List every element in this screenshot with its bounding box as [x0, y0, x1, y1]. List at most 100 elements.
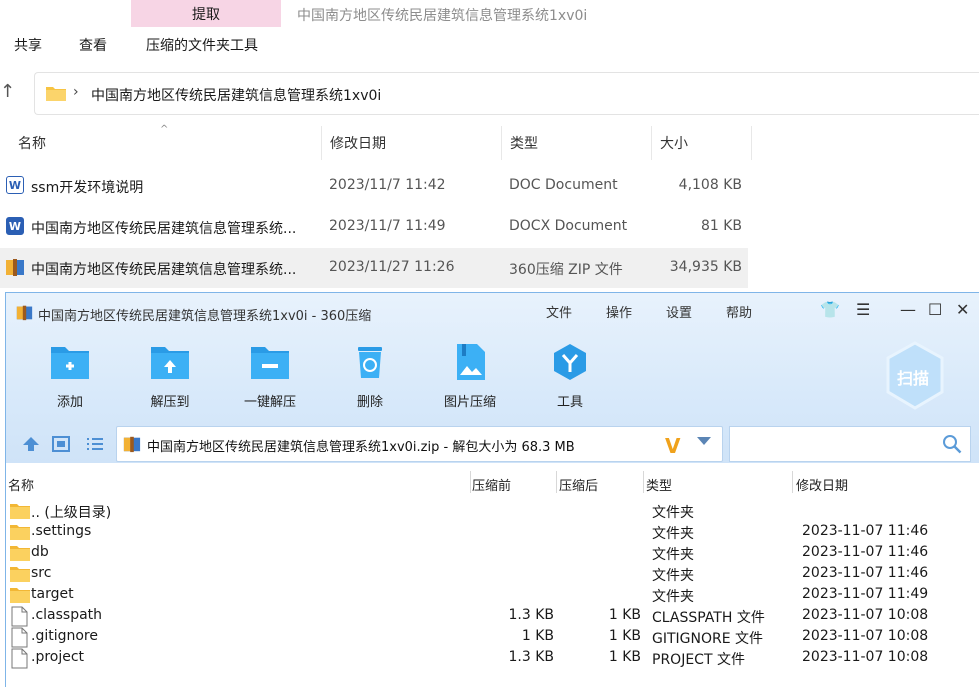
zip-column-name[interactable]: 名称 [8, 475, 34, 494]
archive-row[interactable]: .project 1.3 KB 1 KB PROJECT 文件 2023-11-07 1… [6, 648, 979, 669]
archive-path-text: 中国南方地区传统民居建筑信息管理系统1xv0i.zip - 解包大小为 68.3… [147, 440, 575, 455]
tools-box-icon [554, 344, 586, 380]
tool-tools-button[interactable]: 工具 [530, 341, 610, 410]
archive-row[interactable]: .settings 文件夹 2023-11-07 11:46 [6, 522, 979, 543]
zip-window: 中国南方地区传统民居建筑信息管理系统1xv0i - 360压缩 文件 操作 设置… [5, 292, 979, 687]
maximize-icon[interactable]: ☐ [928, 300, 942, 319]
one-click-extract-icon [251, 347, 289, 379]
zip-column-date[interactable]: 修改日期 [796, 475, 848, 494]
column-divider[interactable] [643, 471, 644, 493]
archive-item-after: 1 KB [608, 628, 641, 644]
tool-add-button[interactable]: 添加 [30, 341, 110, 410]
archive-row[interactable]: target 文件夹 2023-11-07 11:49 [6, 585, 979, 606]
file-icon [11, 648, 28, 669]
archive-row[interactable]: src 文件夹 2023-11-07 11:46 [6, 564, 979, 585]
menu-compressed-folder-tools[interactable]: 压缩的文件夹工具 [146, 35, 258, 55]
archive-item-name: src [31, 565, 52, 581]
skin-shirt-icon[interactable]: 👕 [820, 300, 840, 319]
chevron-right-icon: › [73, 84, 79, 100]
zip-column-after[interactable]: 压缩后 [559, 475, 598, 494]
archive-item-type: 文件夹 [652, 547, 694, 563]
tool-image-compress-button[interactable]: 图片压缩 [430, 341, 510, 410]
archive-item-name: .. (上级目录) [31, 505, 112, 521]
minimize-icon[interactable]: — [900, 300, 916, 319]
archive-item-type: 文件夹 [652, 526, 694, 542]
up-level-icon[interactable] [22, 436, 40, 452]
folder-icon [10, 504, 30, 519]
tool-delete-button[interactable]: 删除 [330, 341, 410, 410]
file-date: 2023/11/7 11:49 [329, 218, 446, 234]
zip-app-icon [16, 305, 33, 321]
thumbnail-view-icon[interactable] [52, 436, 70, 452]
archive-item-date: 2023-11-07 10:08 [802, 628, 929, 644]
zip-menu-settings[interactable]: 设置 [666, 302, 692, 321]
file-name: 中国南方地区传统民居建筑信息管理系统... [31, 262, 297, 278]
archive-item-date: 2023-11-07 10:08 [802, 607, 929, 623]
column-size[interactable]: 大小 [652, 126, 752, 160]
zip-menu-file[interactable]: 文件 [546, 302, 572, 321]
folder-icon [10, 525, 30, 540]
archive-row[interactable]: db 文件夹 2023-11-07 11:46 [6, 543, 979, 564]
archive-item-name: db [31, 544, 49, 560]
feedback-icon[interactable]: ☰ [856, 300, 870, 319]
folder-icon [10, 546, 30, 561]
archive-search-input[interactable] [729, 426, 971, 462]
zip-column-before[interactable]: 压缩前 [472, 475, 511, 494]
zip-menu-operate[interactable]: 操作 [606, 302, 632, 321]
zip-column-type[interactable]: 类型 [646, 475, 672, 494]
file-icon [11, 606, 28, 627]
column-divider[interactable] [792, 471, 793, 493]
scan-label: 扫描 [897, 369, 930, 388]
archive-item-type: 文件夹 [652, 505, 694, 521]
zip-toolbar-area: 中国南方地区传统民居建筑信息管理系统1xv0i - 360压缩 文件 操作 设置… [6, 293, 979, 463]
folder-icon [46, 87, 66, 101]
scan-button[interactable]: 扫描 [884, 341, 946, 411]
extract-folder-icon [151, 347, 189, 379]
zip-menu-help[interactable]: 帮助 [726, 302, 752, 321]
archive-item-date: 2023-11-07 11:49 [802, 586, 929, 602]
tool-one-click-extract-button[interactable]: 一键解压 [230, 341, 310, 410]
file-icon [11, 627, 28, 648]
archive-item-type: 文件夹 [652, 568, 694, 584]
archive-item-date: 2023-11-07 11:46 [802, 565, 929, 581]
image-compress-icon [457, 344, 485, 380]
add-folder-icon [51, 347, 89, 379]
window-title: 中国南方地区传统民居建筑信息管理系统1xv0i [297, 8, 588, 24]
file-date: 2023/11/7 11:42 [329, 177, 446, 193]
archive-item-after: 1 KB [608, 649, 641, 665]
archive-path-bar[interactable]: 中国南方地区传统民居建筑信息管理系统1xv0i.zip - 解包大小为 68.3… [116, 426, 723, 462]
file-row[interactable]: W ssm开发环境说明 2023/11/7 11:42 DOC Document… [0, 166, 748, 206]
archive-row[interactable]: .classpath 1.3 KB 1 KB CLASSPATH 文件 2023-11-… [6, 606, 979, 627]
zip-archive-icon [6, 259, 24, 276]
ribbon-tab-extract[interactable]: 提取 [131, 0, 281, 27]
v-logo-icon: V [665, 434, 681, 458]
column-divider[interactable] [556, 471, 557, 493]
archive-item-after: 1 KB [608, 607, 641, 623]
close-icon[interactable]: ✕ [956, 300, 969, 319]
file-size: 4,108 KB [678, 177, 742, 193]
dropdown-arrow-icon[interactable] [697, 437, 711, 445]
archive-row[interactable]: .. (上级目录) 文件夹 [6, 501, 979, 522]
archive-item-type: PROJECT 文件 [652, 652, 745, 668]
archive-item-before: 1.3 KB [508, 649, 555, 665]
archive-item-name: .settings [31, 523, 92, 539]
up-arrow-icon[interactable]: ↑ [0, 81, 15, 102]
file-row[interactable]: W 中国南方地区传统民居建筑信息管理系统... 2023/11/7 11:49 … [0, 207, 748, 247]
menu-share[interactable]: 共享 [14, 35, 42, 55]
archive-item-type: 文件夹 [652, 589, 694, 605]
tool-extract-to-button[interactable]: 解压到 [130, 341, 210, 410]
address-bar[interactable]: › 中国南方地区传统民居建筑信息管理系统1xv0i [34, 72, 979, 115]
search-icon[interactable] [942, 434, 962, 454]
column-modified-date[interactable]: 修改日期 [322, 126, 502, 160]
column-name[interactable]: 名称 [10, 126, 322, 160]
file-row-selected[interactable]: 中国南方地区传统民居建筑信息管理系统... 2023/11/27 11:26 3… [0, 248, 748, 288]
list-view-icon[interactable] [86, 436, 104, 452]
file-type: DOC Document [509, 177, 618, 193]
archive-row[interactable]: .gitignore 1 KB 1 KB GITIGNORE 文件 2023-11-07… [6, 627, 979, 648]
zip-window-title: 中国南方地区传统民居建筑信息管理系统1xv0i - 360压缩 [38, 309, 372, 324]
column-divider[interactable] [470, 471, 471, 493]
column-type[interactable]: 类型 [502, 126, 652, 160]
file-name: ssm开发环境说明 [31, 180, 144, 196]
menu-view[interactable]: 查看 [79, 35, 107, 55]
file-type: DOCX Document [509, 218, 628, 234]
